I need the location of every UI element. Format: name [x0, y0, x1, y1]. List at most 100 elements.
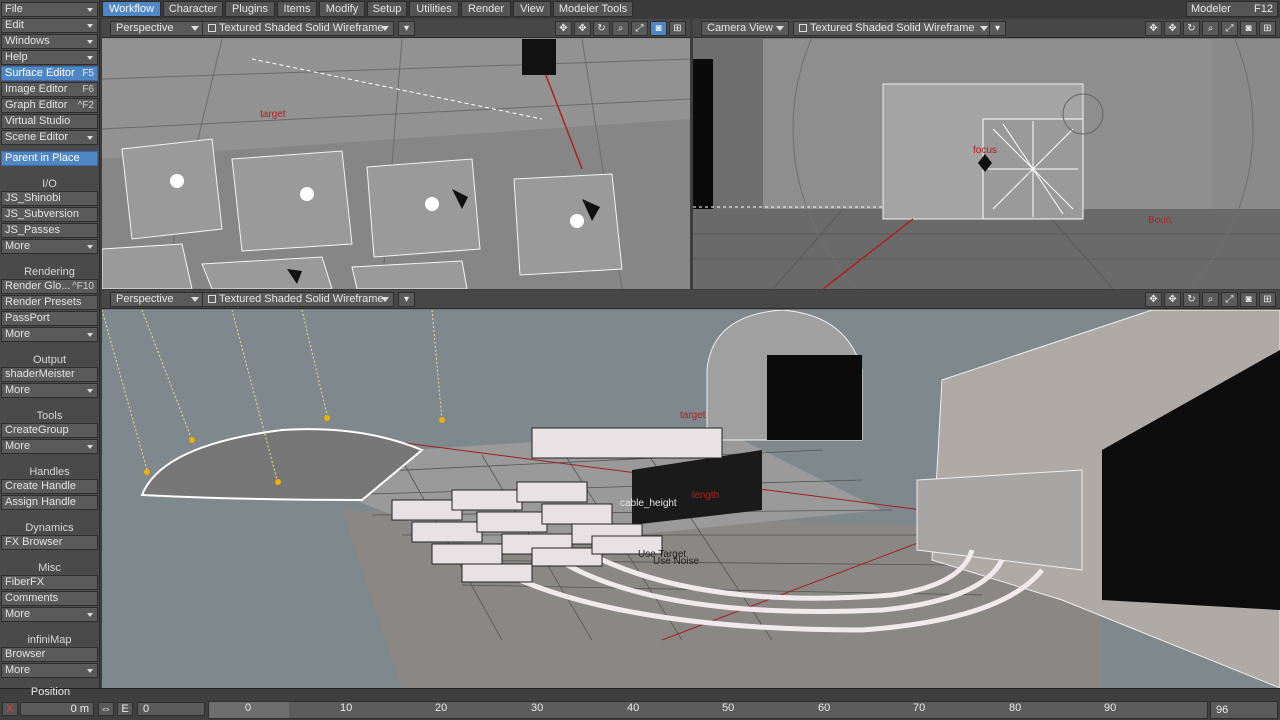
io-more-label: More [5, 240, 31, 252]
move-icon[interactable]: ✥ [555, 21, 572, 36]
end-frame-field[interactable]: 96 [1210, 701, 1278, 719]
misc-more-menu[interactable]: More [1, 607, 98, 622]
camera-icon[interactable]: ◙ [1240, 21, 1257, 36]
maximize-icon[interactable]: ⊞ [1259, 292, 1276, 307]
viewport-controls: ✥ ✥ ↻ ⌕ ⤢ ◙ ⊞ [1145, 21, 1276, 36]
io-more-menu[interactable]: More [1, 239, 98, 254]
section-title-output: Output [32, 354, 67, 366]
windows-menu[interactable]: Windows [1, 34, 98, 49]
modeler-button[interactable]: Modeler F12 [1186, 1, 1278, 17]
image-editor-shortcut: F6 [82, 84, 94, 95]
tools-more-menu[interactable]: More [1, 439, 98, 454]
render-mode-select[interactable]: Textured Shaded Solid Wireframe [793, 21, 993, 36]
position-field[interactable]: 0 m [20, 702, 94, 716]
virtual-studio-button[interactable]: Virtual Studio [1, 114, 98, 129]
assign-handle-button[interactable]: Assign Handle [1, 495, 98, 510]
image-editor-button[interactable]: Image Editor F6 [1, 82, 98, 97]
comments-button[interactable]: Comments [1, 591, 98, 606]
maximize-icon[interactable]: ⊞ [669, 21, 686, 36]
fit-icon[interactable]: ⤢ [1221, 292, 1238, 307]
zoom-icon[interactable]: ⌕ [612, 21, 629, 36]
render-global-button[interactable]: Render Glo... ^F10 [1, 279, 98, 294]
frame-ruler[interactable]: 0 10 20 30 40 50 60 70 80 90 [208, 701, 1208, 719]
tab-render[interactable]: Render [461, 1, 511, 17]
tab-character[interactable]: Character [163, 1, 223, 17]
surface-editor-button[interactable]: Surface Editor F5 [1, 66, 98, 81]
viewport-top-left[interactable]: Perspective Textured Shaded Solid Wirefr… [102, 19, 690, 289]
render-mode-select[interactable]: Textured Shaded Solid Wireframe [202, 292, 394, 307]
pan-icon[interactable]: ✥ [1164, 21, 1181, 36]
rendering-more-menu[interactable]: More [1, 327, 98, 342]
camera-icon[interactable]: ◙ [650, 21, 667, 36]
tab-modify[interactable]: Modify [319, 1, 365, 17]
infinimap-browser-button[interactable]: Browser [1, 647, 98, 662]
chevron-down-icon [87, 613, 93, 617]
tab-bar: Workflow Character Plugins Items Modify … [101, 0, 1280, 18]
fiberfx-button[interactable]: FiberFX [1, 575, 98, 590]
tab-utilities[interactable]: Utilities [409, 1, 459, 17]
view-type-select[interactable]: Perspective [110, 21, 204, 36]
js-passes-button[interactable]: JS_Passes [1, 223, 98, 238]
file-menu[interactable]: File [1, 2, 98, 17]
js-subversion-button[interactable]: JS_Subversion [1, 207, 98, 222]
options-dropdown[interactable]: ▾ [398, 21, 415, 36]
timeline: Position X 0 m ⇔ E 0 0 10 20 30 40 50 60… [0, 686, 1280, 720]
camera-icon[interactable]: ◙ [1240, 292, 1257, 307]
tab-plugins[interactable]: Plugins [225, 1, 275, 17]
current-frame-field[interactable]: 0 [137, 702, 205, 716]
infinimap-more-menu[interactable]: More [1, 663, 98, 678]
passport-button[interactable]: PassPort [1, 311, 98, 326]
tick-label: 40 [627, 702, 640, 714]
edit-menu[interactable]: Edit [1, 18, 98, 33]
length-label: length [692, 490, 720, 501]
options-dropdown[interactable]: ▾ [398, 292, 415, 307]
fit-icon[interactable]: ⤢ [631, 21, 648, 36]
tab-items[interactable]: Items [277, 1, 317, 17]
help-menu[interactable]: Help [1, 50, 98, 65]
view-type-select[interactable]: Perspective [110, 292, 204, 307]
viewport-bottom[interactable]: Perspective Textured Shaded Solid Wirefr… [102, 290, 1280, 688]
parent-in-place-toggle[interactable]: Parent in Place [1, 151, 98, 166]
tab-view[interactable]: View [513, 1, 551, 17]
shadermeister-button[interactable]: shaderMeister [1, 367, 98, 382]
rotate-icon[interactable]: ↻ [1183, 21, 1200, 36]
envelope-button[interactable]: E [117, 702, 133, 716]
tab-modeler-tools[interactable]: Modeler Tools [553, 1, 633, 17]
js-shinobi-button[interactable]: JS_Shinobi [1, 191, 98, 206]
options-dropdown[interactable]: ▾ [989, 21, 1006, 36]
use-noise-label: Use Noise [653, 556, 700, 567]
creategroup-button[interactable]: CreateGroup [1, 423, 98, 438]
section-title-handles: Handles [29, 466, 70, 478]
graph-editor-shortcut: ^F2 [77, 100, 94, 111]
move-icon[interactable]: ✥ [1145, 21, 1162, 36]
view-type-select[interactable]: Camera View [701, 21, 789, 36]
fiberfx-label: FiberFX [5, 576, 45, 588]
graph-editor-button[interactable]: Graph Editor ^F2 [1, 98, 98, 113]
zoom-icon[interactable]: ⌕ [1202, 292, 1219, 307]
create-handle-button[interactable]: Create Handle [1, 479, 98, 494]
fit-icon[interactable]: ⤢ [1221, 21, 1238, 36]
maximize-icon[interactable]: ⊞ [1259, 21, 1276, 36]
rotate-icon[interactable]: ↻ [1183, 292, 1200, 307]
viewport-top-right[interactable]: Camera View Textured Shaded Solid Wirefr… [693, 19, 1280, 289]
reset-position-icon[interactable]: X [2, 702, 18, 716]
tab-setup[interactable]: Setup [367, 1, 407, 17]
rotate-icon[interactable]: ↻ [593, 21, 610, 36]
view-type-value: Camera View [707, 22, 773, 34]
shadermeister-label: shaderMeister [5, 368, 75, 380]
tick-label: 60 [818, 702, 831, 714]
render-presets-button[interactable]: Render Presets [1, 295, 98, 310]
pan-icon[interactable]: ✥ [574, 21, 591, 36]
chevron-down-icon [191, 297, 199, 302]
view-type-value: Perspective [116, 22, 174, 34]
move-icon[interactable]: ✥ [1145, 292, 1162, 307]
zoom-icon[interactable]: ⌕ [1202, 21, 1219, 36]
output-more-menu[interactable]: More [1, 383, 98, 398]
scene-editor-button[interactable]: Scene Editor [1, 130, 98, 145]
step-arrows-icon[interactable]: ⇔ [98, 702, 114, 716]
pan-icon[interactable]: ✥ [1164, 292, 1181, 307]
fx-browser-button[interactable]: FX Browser [1, 535, 98, 550]
tab-workflow[interactable]: Workflow [102, 1, 161, 17]
render-mode-select[interactable]: Textured Shaded Solid Wireframe [202, 21, 394, 36]
tools-more-label: More [5, 440, 31, 452]
